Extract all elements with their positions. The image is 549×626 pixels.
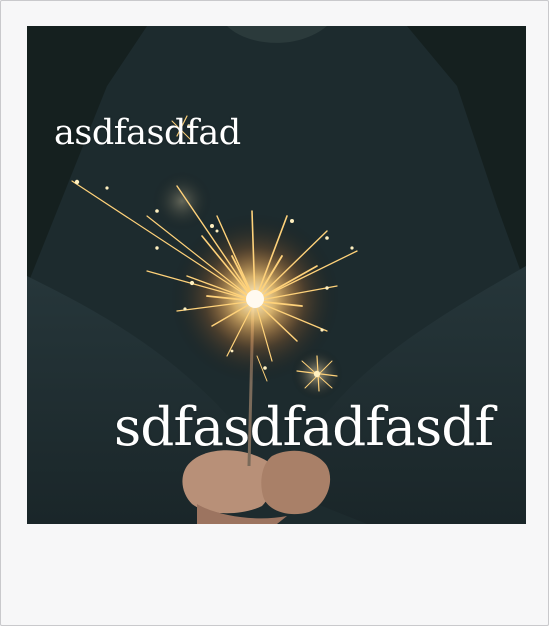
sparkler-core	[246, 290, 264, 308]
caption-top-text: asdfasdfad	[54, 113, 241, 153]
caption-bottom-text: sdfasdfadfasdf	[114, 397, 494, 458]
sparkler-photo: asdfasdfad sdfasdfadfasdf	[27, 26, 526, 524]
spark-glow-left	[152, 171, 212, 231]
left-hand	[182, 450, 273, 514]
polaroid-frame: asdfasdfad sdfasdfadfasdf	[0, 0, 549, 626]
